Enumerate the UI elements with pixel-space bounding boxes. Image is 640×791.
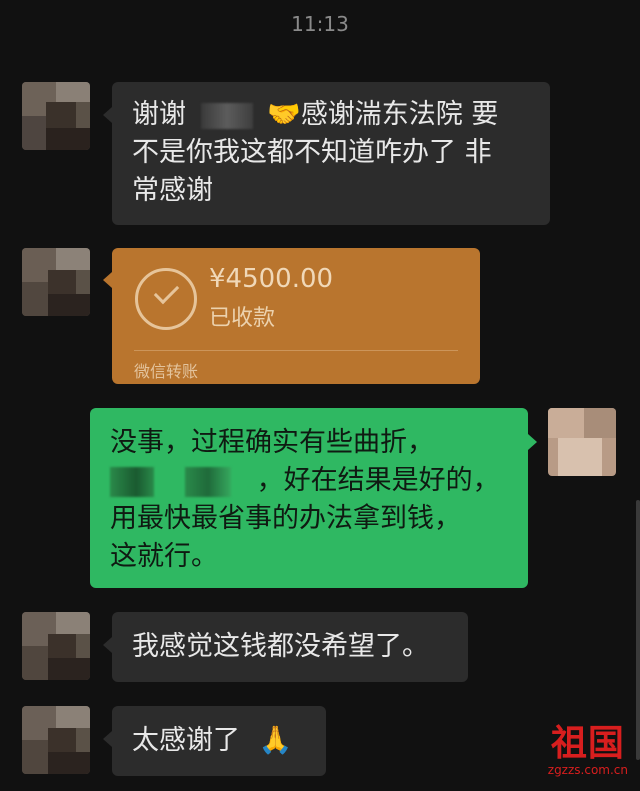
- message-bubble-incoming[interactable]: 谢谢 🤝感谢湍东法院 要 不是你我这都不知道咋办了 非 常感谢: [112, 82, 550, 225]
- redacted-name: [184, 466, 231, 497]
- contact-avatar[interactable]: [22, 248, 90, 316]
- message-text: 我感觉这钱都没希望了。: [132, 631, 429, 662]
- bubble-tail: [103, 731, 112, 747]
- message-bubble-incoming[interactable]: 太感谢了 🙏: [112, 706, 326, 776]
- bubble-tail: [103, 637, 112, 653]
- bubble-tail: [528, 434, 537, 450]
- contact-avatar[interactable]: [22, 706, 90, 774]
- redacted-name: [110, 466, 154, 497]
- message-line: ，好在结果是好的，: [110, 462, 508, 500]
- message-text: 感谢湍东法院 要: [300, 99, 499, 130]
- redacted-name: [200, 102, 253, 129]
- check-circle-icon: [135, 268, 197, 330]
- message-text: ，好在结果是好的，: [256, 465, 500, 496]
- bubble-tail: [103, 107, 112, 123]
- message-line: 这就行。: [110, 541, 218, 572]
- scrollbar[interactable]: [636, 500, 640, 760]
- message-bubble-outgoing[interactable]: 没事，过程确实有些曲折， ，好在结果是好的， 用最快最省事的办法拿到钱， 这就行…: [90, 408, 528, 588]
- transfer-status: 已收款: [209, 306, 276, 331]
- message-line: 用最快最省事的办法拿到钱，: [110, 503, 461, 534]
- message-line: 谢谢 🤝感谢湍东法院 要: [132, 96, 530, 134]
- praying-hands-emoji: 🙏: [258, 725, 293, 756]
- message-line: 不是你我这都不知道咋办了 非: [132, 137, 492, 168]
- message-text: 谢谢: [132, 99, 186, 130]
- handshake-emoji: 🤝: [267, 99, 301, 130]
- bubble-tail: [103, 272, 112, 288]
- divider: [134, 350, 458, 351]
- message-line: 没事，过程确实有些曲折，: [110, 427, 434, 458]
- status-time: 11:13: [291, 12, 349, 36]
- transfer-card[interactable]: ¥4500.00 已收款 微信转账: [112, 248, 480, 384]
- my-avatar[interactable]: [548, 408, 616, 476]
- message-text: 太感谢了: [132, 725, 240, 756]
- message-line: 太感谢了 🙏: [132, 722, 306, 760]
- message-line: 常感谢: [132, 175, 213, 206]
- message-bubble-incoming[interactable]: 我感觉这钱都没希望了。: [112, 612, 468, 682]
- watermark-logo: 祖国 zgzzs.com.cn: [547, 722, 628, 777]
- contact-avatar[interactable]: [22, 82, 90, 150]
- contact-avatar[interactable]: [22, 612, 90, 680]
- transfer-amount: ¥4500.00: [209, 264, 334, 294]
- transfer-source: 微信转账: [134, 362, 199, 381]
